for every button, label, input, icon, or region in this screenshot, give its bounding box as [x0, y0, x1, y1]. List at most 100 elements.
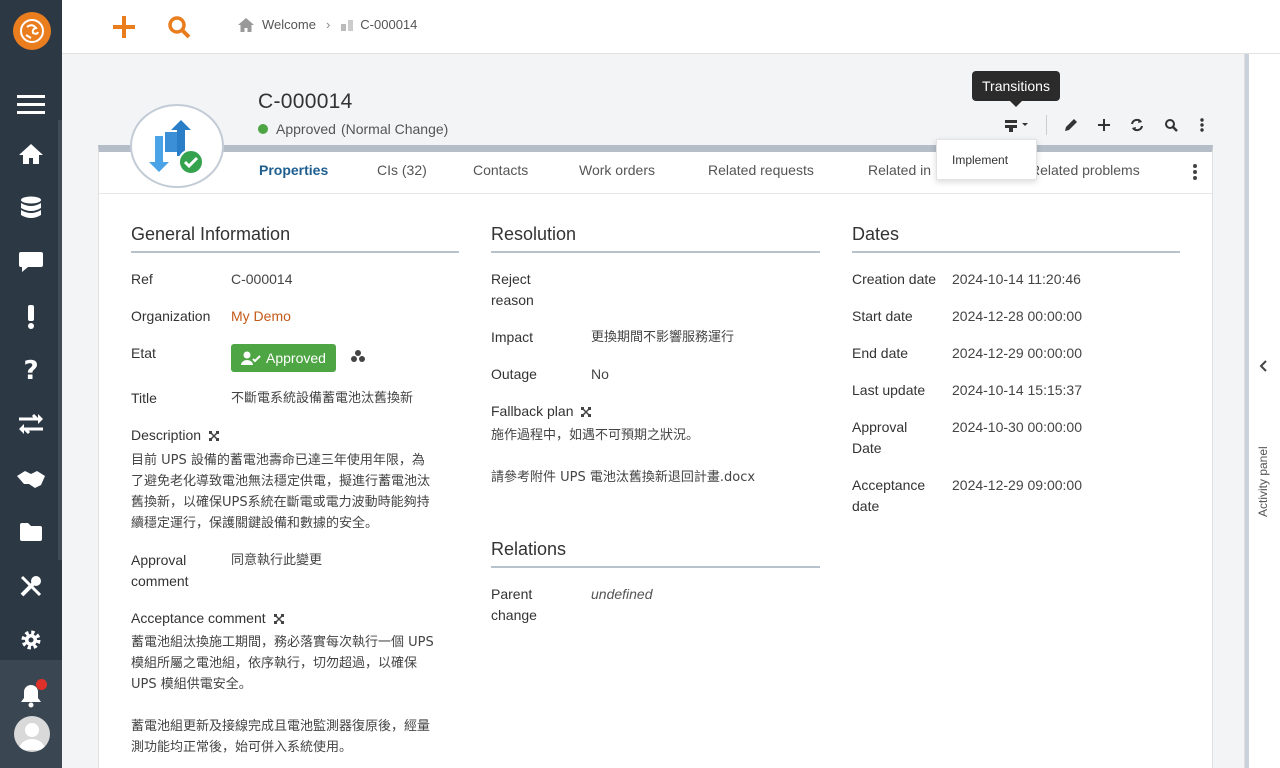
outage-value: No: [591, 366, 609, 382]
add-plus-icon[interactable]: [1093, 114, 1115, 136]
notifications-bell-icon[interactable]: [0, 676, 62, 716]
description-value: 目前 UPS 設備的蓄電池壽命已達三年使用年限，為 了避免老化導致電池無法穩定供…: [131, 450, 461, 534]
acceptance-date-value: 2024-12-29 09:00:00: [952, 477, 1082, 493]
chat-icon[interactable]: [0, 242, 62, 282]
last-update-value: 2024-10-14 15:15:37: [952, 382, 1082, 398]
label-line: Acceptance: [852, 477, 926, 493]
label-line: Approval: [131, 552, 187, 568]
ref-value: C-000014: [231, 271, 293, 287]
new-object-button[interactable]: [107, 10, 141, 44]
label-line: comment: [131, 573, 189, 589]
description-label: Description: [131, 425, 219, 446]
transfer-icon[interactable]: [0, 404, 62, 444]
organization-link[interactable]: My Demo: [231, 306, 291, 327]
fallback-spacer: [491, 446, 821, 467]
status-badge: Approved: [231, 344, 336, 372]
folder-icon[interactable]: [0, 512, 62, 552]
organization-label: Organization: [131, 308, 211, 324]
comment-spacer: [131, 695, 461, 716]
menu-icon[interactable]: [0, 84, 62, 124]
tab-related-incidents[interactable]: Related in: [868, 162, 931, 178]
more-actions-icon[interactable]: [1191, 114, 1213, 136]
more-tabs-icon[interactable]: [1193, 164, 1197, 184]
user-check-icon: [241, 351, 261, 365]
help-icon[interactable]: ?: [0, 351, 62, 391]
tab-related-requests[interactable]: Related requests: [708, 162, 814, 178]
end-date-label: End date: [852, 345, 909, 361]
tab-work-orders[interactable]: Work orders: [579, 162, 655, 178]
description-line: 舊換新，以確保UPS系統在斷電或電力波動時能夠持: [131, 495, 430, 510]
acceptance-date-label: Acceptance date: [852, 475, 925, 517]
change-icon: [341, 19, 354, 31]
acceptance-comment-label: Acceptance comment: [131, 608, 284, 629]
label-line: reason: [491, 292, 534, 308]
refresh-icon[interactable]: [1126, 114, 1148, 136]
label-line: Parent: [491, 586, 533, 602]
alert-icon[interactable]: [0, 297, 62, 337]
fallback-plan-label: Fallback plan: [491, 401, 592, 422]
edit-pencil-icon[interactable]: [1060, 114, 1082, 136]
comment-line: 蓄電池組更新及接線完成且電池監測器復原後，經量: [131, 719, 431, 734]
top-bar: Welcome › C-000014: [62, 0, 1280, 54]
parent-change-label: Parent change: [491, 584, 537, 626]
activity-panel-rail[interactable]: Activity panel: [1244, 54, 1280, 768]
expand-icon[interactable]: [273, 614, 284, 625]
home-icon: [238, 17, 254, 32]
app-logo[interactable]: [13, 12, 51, 50]
menu-item-implement[interactable]: Implement: [952, 153, 1008, 167]
description-label-text: Description: [131, 427, 202, 443]
parent-change-value: undefined: [591, 586, 653, 602]
tab-properties[interactable]: Properties: [259, 162, 328, 178]
user-avatar[interactable]: [14, 716, 50, 752]
tab-related-problems[interactable]: Related problems: [1030, 162, 1140, 178]
notification-dot: [36, 679, 47, 690]
breadcrumb-home[interactable]: Welcome: [262, 17, 316, 32]
database-icon[interactable]: [0, 188, 62, 228]
acceptance-comment-label-text: Acceptance comment: [131, 610, 266, 626]
general-information-section: General Information: [131, 224, 459, 253]
label-line: date: [852, 498, 880, 514]
label-line: Approval: [852, 419, 908, 435]
status-text: Approved: [276, 121, 336, 137]
actions-divider: [1046, 115, 1047, 135]
impact-value: 更換期間不影響服務運行: [591, 330, 735, 345]
expand-icon[interactable]: [208, 431, 219, 442]
tab-contacts[interactable]: Contacts: [473, 162, 528, 178]
transitions-tooltip: Transitions: [972, 71, 1060, 107]
global-search-button[interactable]: [162, 10, 196, 44]
acceptance-comment-value: 蓄電池組汰換施工期間，務必落實每次執行一個 UPS 模組所屬之電池組，依序執行，…: [131, 632, 461, 758]
comment-line: 測功能均正常後，始可併入系統使用。: [131, 740, 353, 755]
etat-label: Etat: [131, 345, 156, 361]
comment-line: 模組所屬之電池組，依序執行，切勿超過，以確保: [131, 656, 418, 671]
section-heading: Resolution: [491, 224, 820, 253]
end-date-value: 2024-12-29 00:00:00: [952, 345, 1082, 361]
comment-line: 蓄電池組汰換施工期間，務必落實每次執行一個 UPS: [131, 635, 434, 650]
settings-gear-icon[interactable]: [0, 620, 62, 660]
status-dot: [258, 124, 268, 134]
transitions-button[interactable]: [1002, 114, 1032, 136]
breadcrumb-current[interactable]: C-000014: [360, 17, 417, 32]
lifecycle-map-icon[interactable]: [350, 348, 366, 369]
chevron-left-icon[interactable]: [1259, 360, 1267, 376]
page-scrollbar[interactable]: [1245, 54, 1249, 768]
tab-bar: Properties CIs (32) Contacts Work orders…: [99, 152, 1212, 194]
search-icon[interactable]: [1160, 114, 1182, 136]
activity-panel-label[interactable]: Activity panel: [1256, 437, 1270, 517]
transitions-dropdown: Implement: [936, 139, 1037, 180]
creation-date-value: 2024-10-14 11:20:46: [952, 271, 1081, 287]
comment-line: UPS 模組供電安全。: [131, 677, 252, 692]
fallback-line: 施作過程中，如遇不可預期之狀況。: [491, 428, 700, 443]
tools-icon[interactable]: [0, 566, 62, 606]
section-heading: General Information: [131, 224, 459, 253]
expand-icon[interactable]: [581, 407, 592, 418]
approval-date-label: Approval Date: [852, 417, 907, 459]
tab-cis[interactable]: CIs (32): [377, 162, 427, 178]
home-icon[interactable]: [0, 134, 62, 174]
handshake-icon[interactable]: [0, 459, 62, 499]
ref-label: Ref: [131, 271, 153, 287]
reject-reason-label: Reject reason: [491, 269, 534, 311]
left-navigation: ?: [0, 0, 62, 768]
fallback-plan-value: 施作過程中，如遇不可預期之狀況。 請參考附件 UPS 電池汰舊換新退回計畫.do…: [491, 425, 821, 488]
title-label: Title: [131, 390, 157, 406]
description-line: 續穩定運行，保護關鍵設備和數據的安全。: [131, 516, 379, 531]
